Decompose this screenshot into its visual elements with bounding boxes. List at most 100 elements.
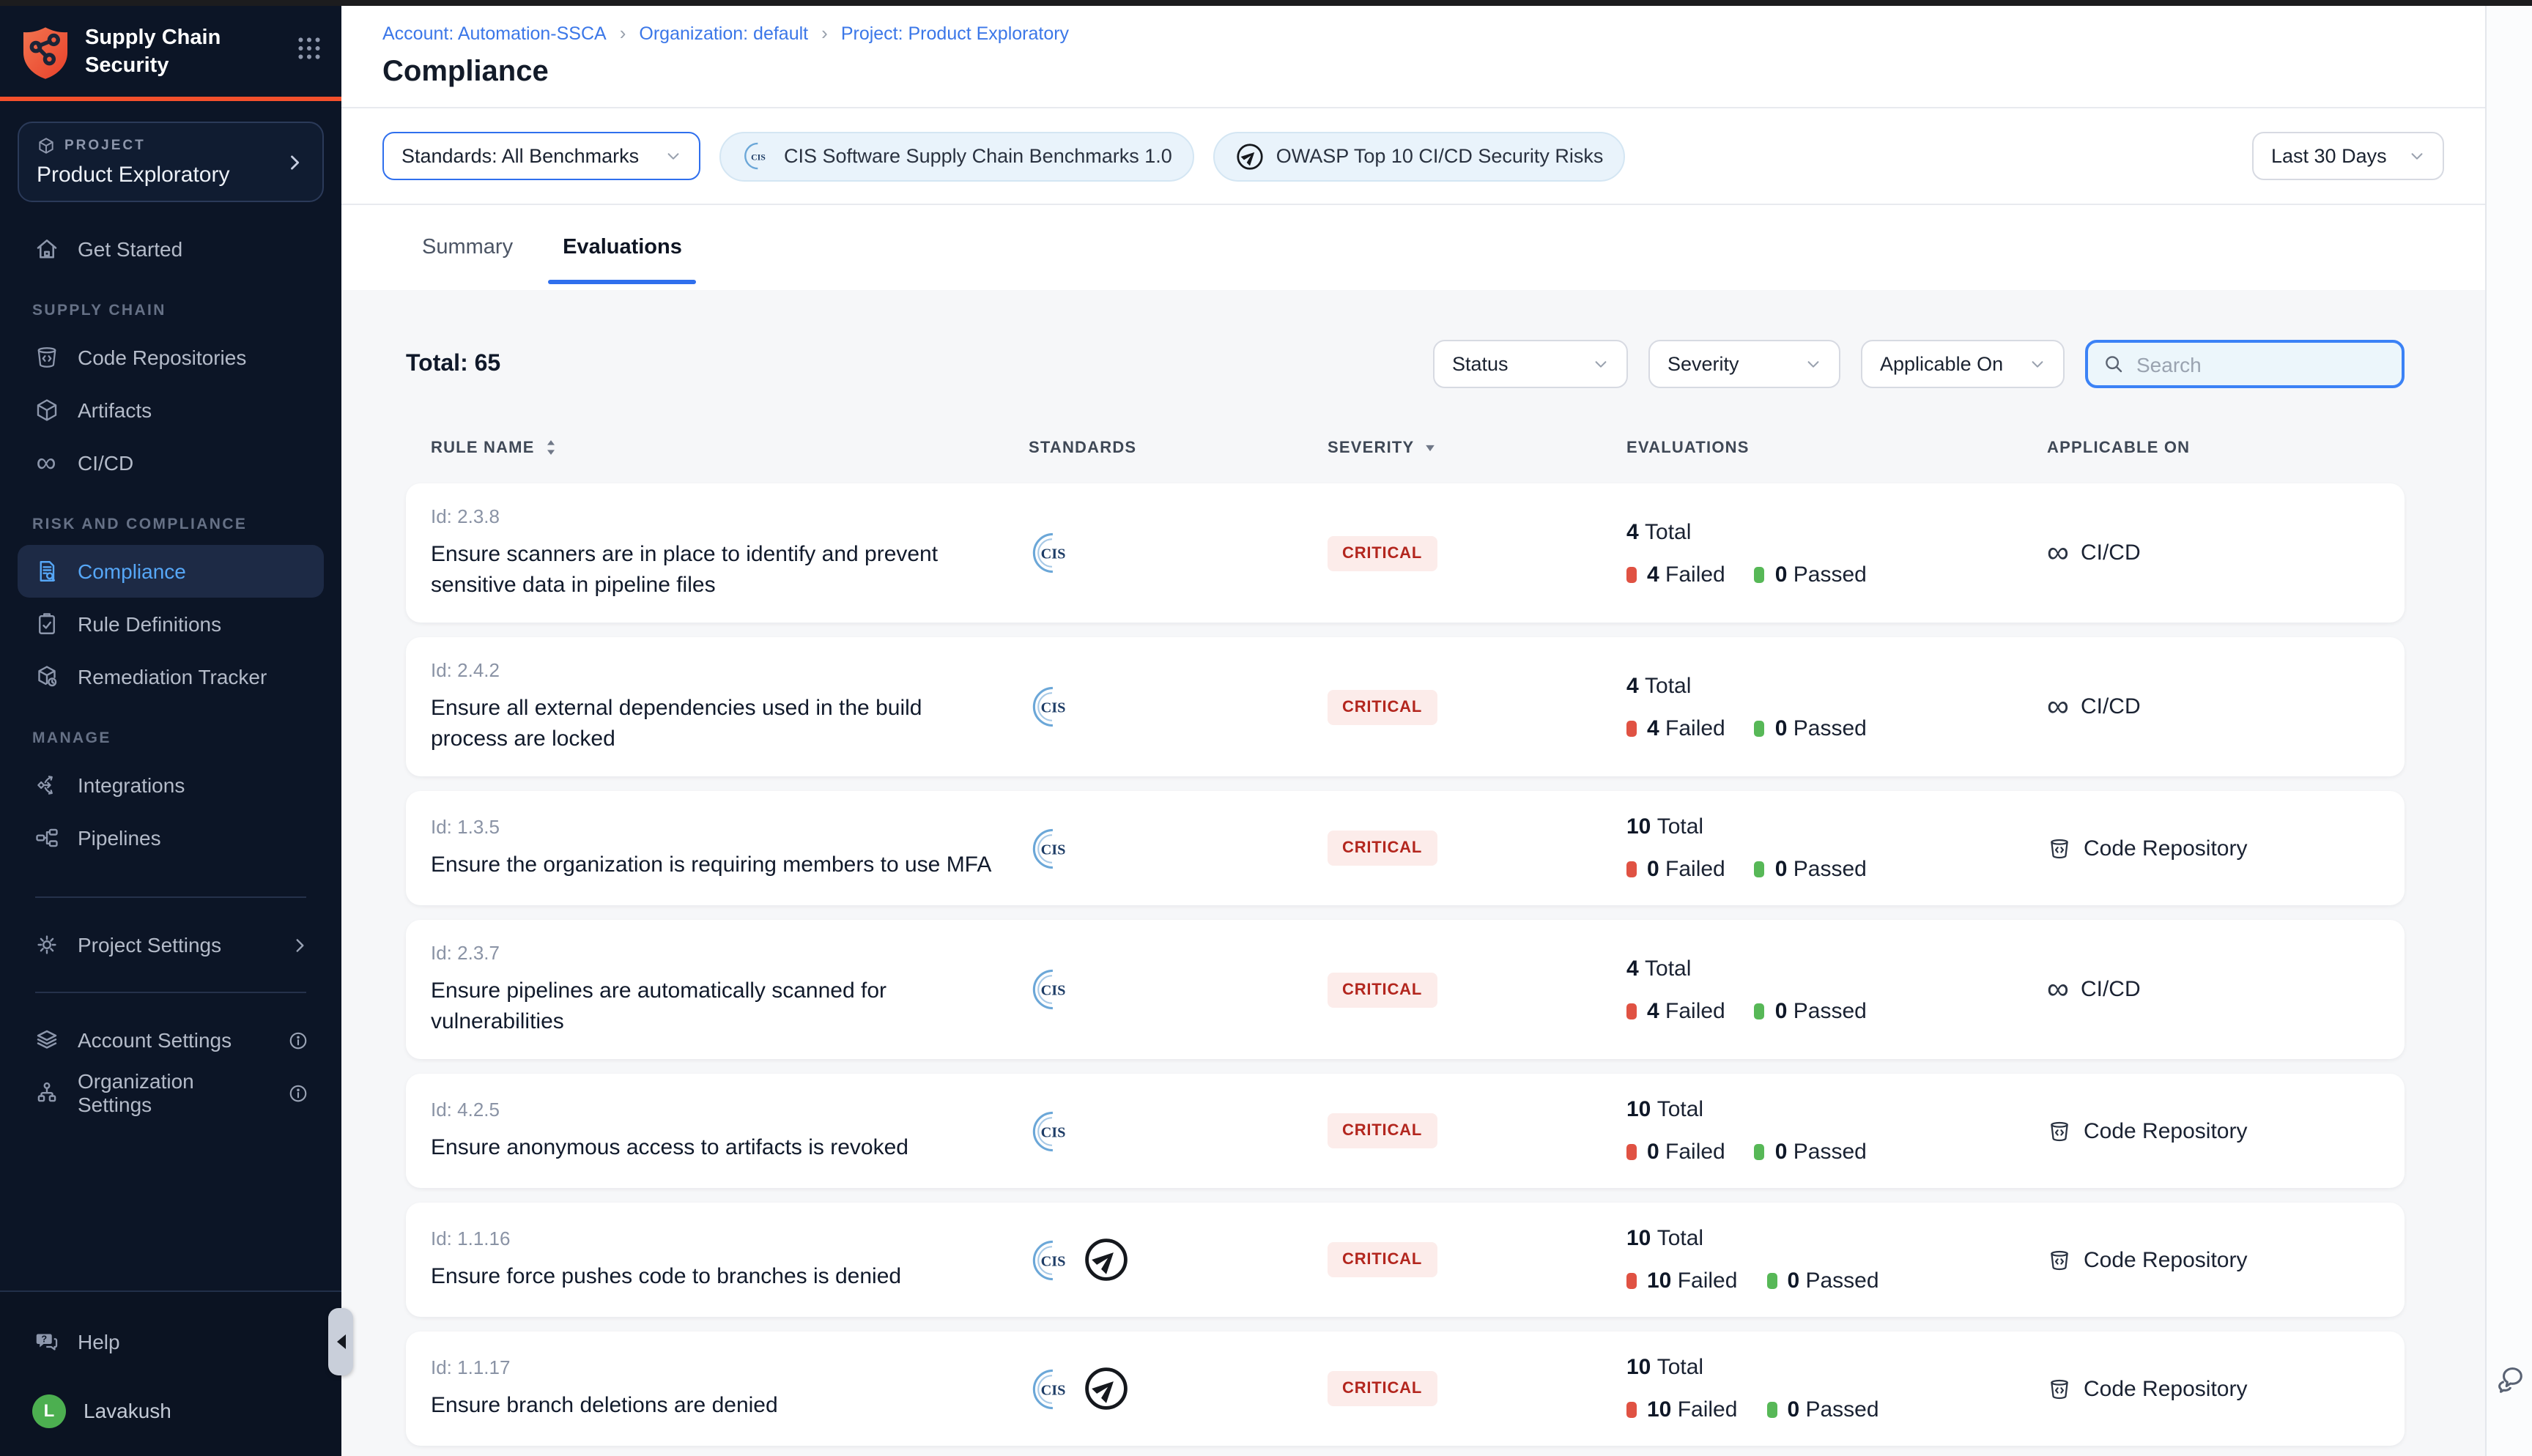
sidebar-item-help[interactable]: ? Help: [18, 1315, 324, 1368]
sort-desc-icon[interactable]: [1423, 442, 1437, 453]
sidebar-item-get-started[interactable]: Get Started: [18, 223, 324, 275]
document-search-icon: [32, 557, 60, 585]
standards-dropdown[interactable]: Standards: All Benchmarks: [382, 132, 700, 180]
evaluations-total: 10 Total: [1626, 1355, 2047, 1380]
sidebar-item-project-settings[interactable]: Project Settings: [18, 918, 324, 971]
app-grid-icon[interactable]: [297, 37, 321, 60]
failed-indicator: [1626, 1273, 1637, 1289]
svg-text:CIS: CIS: [751, 152, 766, 162]
divider: [35, 992, 306, 993]
severity-badge: CRITICAL: [1328, 1242, 1437, 1277]
passed-indicator: [1755, 1144, 1765, 1160]
status-filter-dropdown[interactable]: Status: [1433, 340, 1628, 388]
tab-summary[interactable]: Summary: [422, 205, 513, 290]
main-content: Account: Automation-SSCA › Organization:…: [341, 6, 2485, 1456]
failed-indicator: [1626, 720, 1637, 736]
breadcrumb-project[interactable]: Project: Product Exploratory: [841, 23, 1069, 43]
svg-text:CIS: CIS: [1041, 982, 1066, 998]
sidebar-item-organization-settings[interactable]: Organization Settings: [18, 1066, 324, 1119]
table-row[interactable]: Id: 1.1.17 Ensure branch deletions are d…: [406, 1331, 2405, 1446]
severity-badge: CRITICAL: [1328, 689, 1437, 724]
svg-text:CIS: CIS: [1041, 1381, 1066, 1397]
chip-owasp-top10[interactable]: OWASP Top 10 CI/CD Security Risks: [1213, 131, 1626, 181]
rule-name: Ensure anonymous access to artifacts is …: [431, 1132, 1020, 1163]
table-row[interactable]: Id: 2.4.2 Ensure all external dependenci…: [406, 637, 2405, 776]
total-count: Total: 65: [406, 351, 500, 377]
applicable-on-cell: Code Repository: [2047, 1118, 2405, 1143]
failed-indicator: [1626, 1003, 1637, 1019]
box-tracker-icon: [32, 663, 60, 691]
rule-id: Id: 1.1.16: [431, 1227, 1029, 1249]
passed-indicator: [1755, 720, 1765, 736]
sidebar-item-cicd[interactable]: ∞ CI/CD: [18, 437, 324, 489]
severity-badge: CRITICAL: [1328, 1113, 1437, 1148]
rule-id: Id: 1.3.5: [431, 816, 1029, 838]
applicable-on-filter-dropdown[interactable]: Applicable On: [1861, 340, 2065, 388]
sidebar-item-integrations[interactable]: Integrations: [18, 759, 324, 811]
failed-indicator: [1626, 566, 1637, 582]
table-row[interactable]: Id: 2.3.8 Ensure scanners are in place t…: [406, 483, 2405, 623]
info-icon[interactable]: [287, 1082, 309, 1104]
date-range-dropdown[interactable]: Last 30 Days: [2252, 132, 2444, 180]
sidebar-item-artifacts[interactable]: Artifacts: [18, 384, 324, 437]
code-repository-icon: [2047, 1118, 2072, 1143]
project-selector[interactable]: PROJECT Product Exploratory: [18, 122, 324, 202]
cis-logo-icon: CIS: [741, 141, 772, 171]
sidebar-item-code-repositories[interactable]: Code Repositories: [18, 331, 324, 384]
owasp-standard-icon: [1083, 1365, 1130, 1412]
rule-name: Ensure force pushes code to branches is …: [431, 1261, 1020, 1292]
severity-badge: CRITICAL: [1328, 535, 1437, 571]
severity-filter-dropdown[interactable]: Severity: [1648, 340, 1840, 388]
chevron-down-icon: [1593, 356, 1609, 372]
layers-gear-icon: [32, 1026, 60, 1054]
table-row[interactable]: Id: 2.3.7 Ensure pipelines are automatic…: [406, 920, 2405, 1059]
evaluations-panel: Total: 65 Status Severity: [341, 290, 2485, 1456]
chip-cis-benchmark[interactable]: CIS CIS Software Supply Chain Benchmarks…: [719, 131, 1194, 181]
table-row[interactable]: Id: 4.2.5 Ensure anonymous access to art…: [406, 1074, 2405, 1188]
svg-text:CIS: CIS: [1041, 1252, 1066, 1269]
code-repository-icon: [32, 343, 60, 371]
breadcrumb-organization[interactable]: Organization: default: [639, 23, 808, 43]
svg-text:CIS: CIS: [1041, 546, 1066, 562]
org-chart-gear-icon: [32, 1079, 60, 1107]
applicable-on-cell: Code Repository: [2047, 1247, 2405, 1272]
rule-name: Ensure the organization is requiring mem…: [431, 850, 1020, 880]
sidebar-item-remediation-tracker[interactable]: Remediation Tracker: [18, 650, 324, 703]
evaluations-breakdown: 4 Failed 0 Passed: [1626, 998, 2047, 1023]
evaluations-total: 10 Total: [1626, 1097, 2047, 1122]
cis-standard-icon: CIS: [1029, 1237, 1074, 1282]
failed-indicator: [1626, 861, 1637, 877]
cis-standard-icon: CIS: [1029, 1108, 1074, 1154]
section-header-manage: MANAGE: [18, 729, 324, 747]
breadcrumb-account[interactable]: Account: Automation-SSCA: [382, 23, 607, 43]
code-repository-icon: [2047, 836, 2072, 861]
evaluations-breakdown: 10 Failed 0 Passed: [1626, 1269, 2047, 1293]
rule-id: Id: 1.1.17: [431, 1356, 1029, 1378]
owasp-standard-icon: [1083, 1236, 1130, 1283]
sidebar: Supply Chain Security: [0, 6, 341, 1456]
severity-badge: CRITICAL: [1328, 831, 1437, 866]
search-box: [2085, 340, 2405, 388]
sidebar-collapse-handle[interactable]: [328, 1308, 353, 1375]
sidebar-item-rule-definitions[interactable]: Rule Definitions: [18, 598, 324, 650]
cicd-infinity-icon: ∞: [2047, 974, 2069, 1005]
failed-indicator: [1626, 1144, 1637, 1160]
sort-both-icon[interactable]: [544, 438, 558, 457]
table-row[interactable]: Id: 1.3.5 Ensure the organization is req…: [406, 791, 2405, 905]
tabs: Summary Evaluations: [341, 205, 2485, 290]
rule-name: Ensure pipelines are automatically scann…: [431, 976, 1020, 1037]
info-icon[interactable]: [287, 1029, 309, 1051]
rule-name: Ensure all external dependencies used in…: [431, 693, 1020, 754]
chevron-down-icon: [2409, 148, 2425, 164]
sidebar-item-account-settings[interactable]: Account Settings: [18, 1014, 324, 1066]
severity-badge: CRITICAL: [1328, 1371, 1437, 1406]
chevron-right-icon: [290, 935, 309, 954]
search-input[interactable]: [2136, 352, 2387, 376]
sidebar-item-compliance[interactable]: Compliance: [18, 545, 324, 598]
sidebar-item-pipelines[interactable]: Pipelines: [18, 811, 324, 864]
table-row[interactable]: Id: 1.1.16 Ensure force pushes code to b…: [406, 1203, 2405, 1317]
tab-evaluations[interactable]: Evaluations: [563, 205, 682, 290]
feedback-chat-icon[interactable]: [2492, 1362, 2526, 1396]
user-menu[interactable]: L Lavakush: [18, 1386, 324, 1435]
rule-id: Id: 2.3.7: [431, 942, 1029, 964]
